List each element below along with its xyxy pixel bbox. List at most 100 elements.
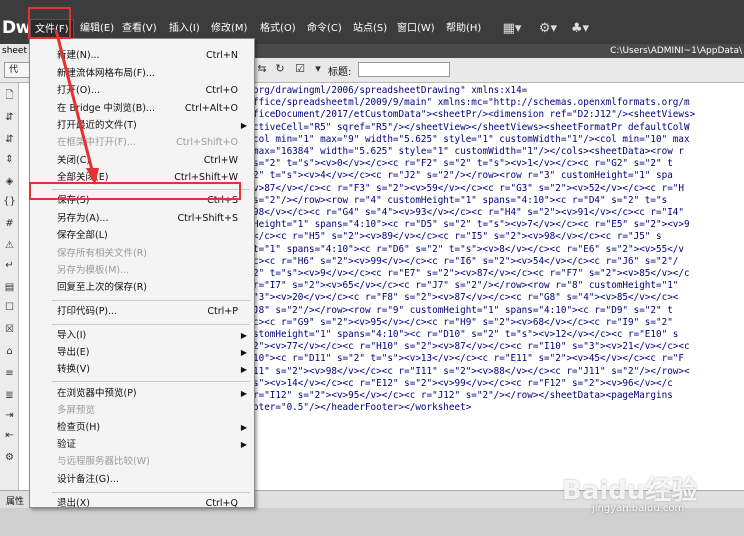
code-line: col min="1" max="9" width="5.625" style=… [253,133,690,145]
highlight-invalid-icon[interactable]: ⚠ [3,239,16,252]
code-line: org/drawingml/2006/spreadsheetDrawing" x… [253,85,528,96]
file-menu-item[interactable]: 检查页(H) ▶ [30,419,254,436]
file-menu-item[interactable]: 保存全部(L) [30,227,254,244]
file-menu-item[interactable]: 在 Bridge 中浏览(B)... Ctrl+Alt+O [30,100,254,117]
collapse-selection-icon[interactable]: ⇵ [3,133,16,146]
format-source-icon[interactable]: ⚙ [3,451,16,464]
check-icon[interactable]: ☑ [292,62,308,76]
code-line: c><c r="G9" s="2"><v>95</v></c><c r="H9"… [253,316,673,328]
menu-format[interactable]: 格式(O) [256,19,300,39]
file-menu-item[interactable]: 打开(O)... Ctrl+O [30,82,254,99]
properties-panel-label[interactable]: 属性 [6,494,24,507]
open-documents-icon[interactable]: 🗋 [3,89,16,102]
file-menu-item[interactable]: 退出(X) Ctrl+Q [30,495,254,512]
menu-separator [52,324,250,325]
menu-item-label: 打开最近的文件(T) [57,120,137,131]
menu-edit[interactable]: 编辑(E) [76,19,118,39]
highlight-save-item [29,182,241,200]
file-menu-item[interactable]: 打开最近的文件(T) ▶ [30,117,254,134]
live-view-icon[interactable]: ⇆ [254,62,270,76]
file-menu-item[interactable]: 另存为(A)... Ctrl+Shift+S [30,210,254,227]
code-line: 10"><c r="D11" s="2" t="s"><v>13</v></c>… [253,353,684,365]
code-line: 98</v></c><c r="G4" s="4"><v>93</v></c><… [253,207,684,219]
menu-item-shortcut: Ctrl+Shift+S [177,213,238,224]
file-menu-item[interactable]: 打印代码(P)... Ctrl+P [30,303,254,320]
document-tab[interactable]: sheet [0,44,30,58]
menu-item-label: 另存为(A)... [57,213,109,224]
menu-separator [52,300,250,301]
menu-item-label: 检查页(H) [57,422,101,433]
code-line: "3"><v>20</v></c><c r="F8" s="2"><v>87</… [253,292,679,304]
menu-item-label: 导入(I) [57,330,87,341]
submenu-arrow-icon: ▶ [240,389,247,398]
file-menu-item[interactable]: 关闭(C) Ctrl+W [30,152,254,169]
gear-icon[interactable]: ⚙▾ [534,20,562,38]
file-menu-item[interactable]: 新建(N)... Ctrl+N [30,47,254,64]
file-menu-item[interactable]: 回复至上次的保存(R) [30,279,254,296]
code-line: s"><v>14</v></c><c r="E12" s="2"><v>99</… [253,377,673,389]
menu-item-shortcut: Ctrl+W [203,155,238,166]
menu-item-label: 在 Bridge 中浏览(B)... [57,103,155,114]
menu-item-label: 在框架中打开(F)... [57,137,136,148]
code-line: t="1" spans="4:10"><c r="D6" s="2" t="s"… [253,243,684,255]
menu-insert[interactable]: 插入(I) [165,19,204,39]
menu-help[interactable]: 帮助(H) [442,19,485,39]
code-line: ffice/spreadsheetml/2009/9/main" xmlns:m… [253,97,690,109]
menu-item-label: 在浏览器中预览(P) [57,388,137,399]
code-line: </c><c r="H5" s="2"><v>89</v></c><c r="I… [253,231,662,243]
file-menu-item[interactable]: 验证 ▶ [30,436,254,453]
move-css-icon[interactable]: ≣ [3,389,16,402]
file-menu-item[interactable]: 导出(E) ▶ [30,344,254,361]
menu-item-label: 关闭(C) [57,155,91,166]
expand-all-icon[interactable]: ⇕ [3,153,16,166]
inspect-icon[interactable]: ↻ [272,62,288,76]
submenu-arrow-icon: ▶ [240,121,247,130]
menu-commands[interactable]: 命令(C) [303,19,346,39]
title-input[interactable] [358,62,450,77]
file-menu-item[interactable]: 新建流体网格布局(F)... [30,65,254,82]
menu-modify[interactable]: 修改(M) [207,19,251,39]
layout-icon[interactable]: ▦▾ [498,20,526,38]
file-menu-item: 与远程服务器比较(W) [30,453,254,470]
file-menu-item[interactable]: 导入(I) ▶ [30,327,254,344]
wrap-tag-icon[interactable]: ⌂ [3,345,16,358]
code-line: 11" s="2"><v>98</v></c><c r="I11" s="2">… [253,365,690,377]
menu-site[interactable]: 站点(S) [349,19,391,39]
menu-item-shortcut: Ctrl+Alt+O [184,103,238,114]
balance-braces-icon[interactable]: {} [3,195,16,208]
menu-item-label: 新建(N)... [57,50,100,61]
code-line: J8" s="2"/></row><row r="9" customHeight… [253,304,673,316]
submenu-arrow-icon: ▶ [240,423,247,432]
menu-item-label: 设计备注(G)... [57,474,119,485]
file-menu-item[interactable]: 设计备注(G)... [30,471,254,488]
sitemap-icon[interactable]: ♣▾ [566,20,594,38]
indent-icon[interactable]: ⇥ [3,409,16,422]
syntax-coloring-icon[interactable]: ▤ [3,281,16,294]
watermark-url: jingyan.baidu.com [592,503,685,514]
file-menu-item: 在框架中打开(F)... Ctrl+Shift+O [30,134,254,151]
menu-item-shortcut: Ctrl+O [205,85,238,96]
code-toolbar: 🗋 ⇵ ⇵ ⇕ ◈ {} # ⚠ ↵ ▤ ☐ ☒ ⌂ ≡ ≣ ⇥ ⇤ ⚙ [0,83,19,490]
select-parent-tag-icon[interactable]: ◈ [3,175,16,188]
menu-item-label: 与远程服务器比较(W) [57,456,150,467]
file-menu-item[interactable]: 在浏览器中预览(P) ▶ [30,385,254,402]
file-menu-item[interactable]: 转换(V) ▶ [30,361,254,378]
options-icon[interactable]: ▾ [310,62,326,76]
code-line: ctiveCell="R5" sqref="R5"/></sheetView><… [253,121,690,133]
outdent-icon[interactable]: ⇤ [3,429,16,442]
code-line: s="2" t="s"><v>0</v></c><c r="F2" s="2" … [253,158,673,170]
recent-snippets-icon[interactable]: ≡ [3,367,16,380]
collapse-tag-icon[interactable]: ⇵ [3,111,16,124]
code-line: s="2"/></row><row r="4" customHeight="1"… [253,194,668,206]
code-line: Height="1" spans="4:10"><c r="D5" s="2" … [253,219,690,231]
word-wrap-icon[interactable]: ↵ [3,259,16,272]
code-line: ficeDocument/2017/etCustomData"><sheetPr… [253,109,696,121]
menu-window[interactable]: 窗口(W) [393,19,439,39]
remove-comment-icon[interactable]: ☒ [3,323,16,336]
menu-item-label: 验证 [57,439,77,450]
menu-view[interactable]: 查看(V) [118,19,161,39]
submenu-arrow-icon: ▶ [240,365,247,374]
line-numbers-icon[interactable]: # [3,217,16,230]
apply-comment-icon[interactable]: ☐ [3,301,16,314]
code-line: v>87</v></c><c r="F3" s="2"><v>59</v></c… [253,182,684,194]
